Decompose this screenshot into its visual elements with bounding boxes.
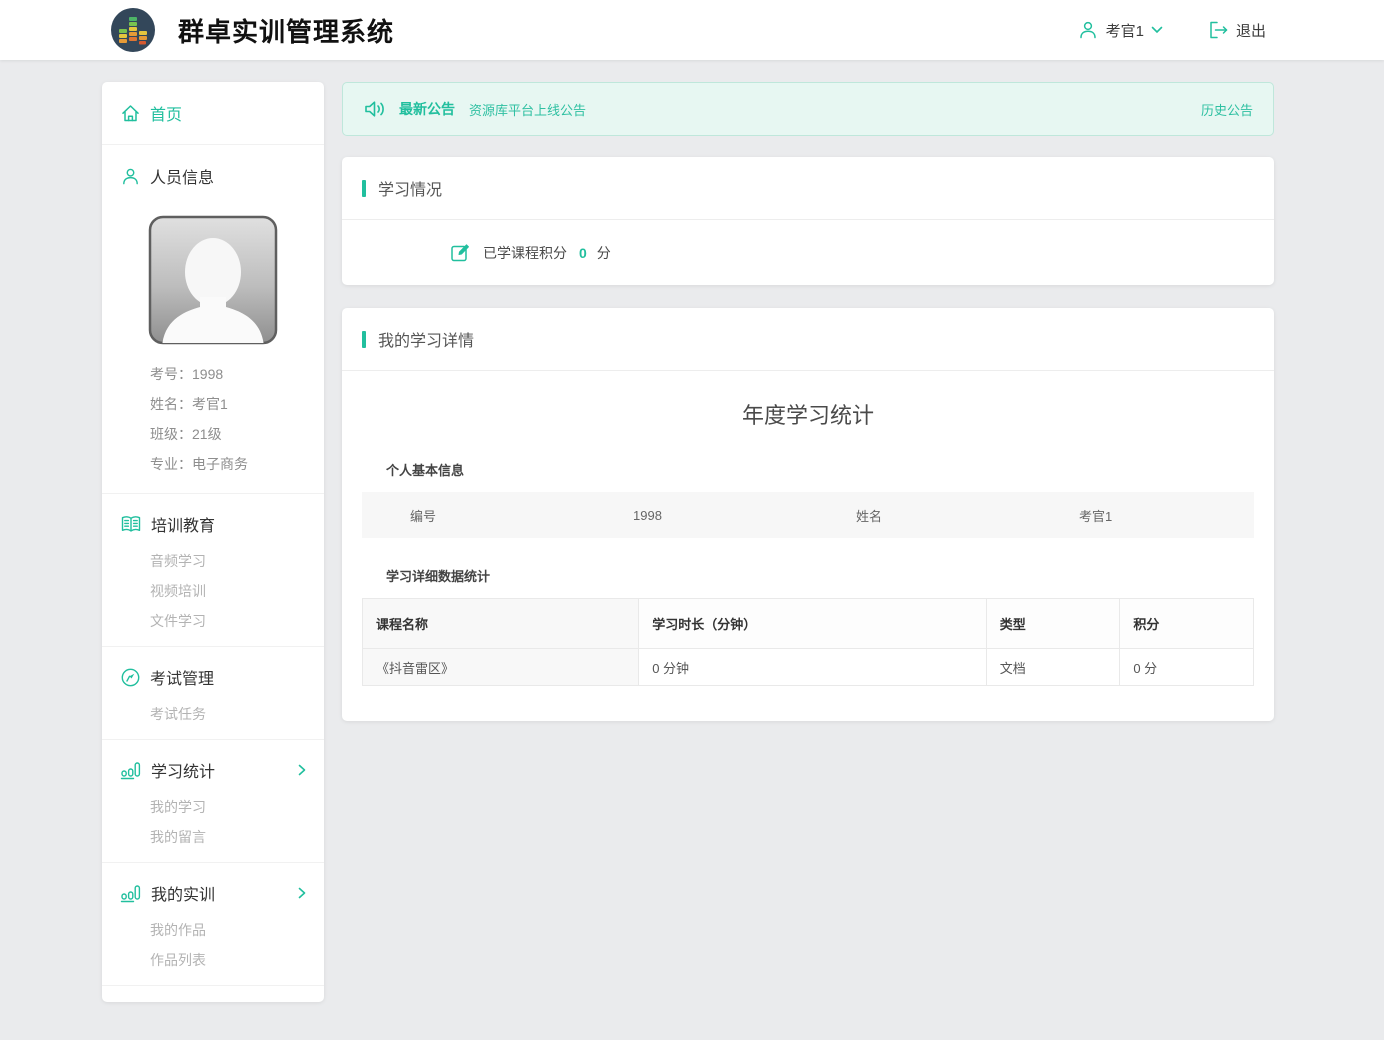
sidebar-profile-label: 人员信息: [150, 164, 214, 188]
score-unit: 分: [597, 243, 611, 263]
book-icon: [120, 515, 142, 534]
avatar: [148, 215, 278, 345]
basic-id-label: 编号: [362, 506, 585, 525]
chevron-down-icon: [1151, 26, 1163, 34]
cell-course-name: 《抖音雷区》: [363, 649, 639, 686]
sidebar-item-audio-study[interactable]: 音频学习: [102, 546, 324, 576]
chevron-right-icon: [298, 887, 306, 899]
learning-status-title: 学习情况: [378, 176, 442, 200]
cell-score: 0 分: [1120, 649, 1254, 686]
score-label: 已学课程积分: [483, 243, 567, 263]
user-name: 考官1: [1106, 20, 1144, 41]
score-value: 0: [579, 245, 587, 261]
profile-field-major: 专业：电子商务: [150, 449, 324, 479]
user-icon: [1077, 19, 1099, 41]
speaker-icon: [363, 97, 389, 121]
menu-group-training: 培训教育 音频学习 视频培训 文件学习: [102, 494, 324, 646]
learning-detail-panel: 我的学习详情 年度学习统计 个人基本信息 编号 1998 姓名 考官1 学习详细…: [342, 308, 1274, 721]
title-accent-bar: [362, 331, 366, 348]
sidebar-item-study-stats[interactable]: 学习统计: [102, 748, 324, 792]
logout-button[interactable]: 退出: [1207, 19, 1266, 41]
sidebar-item-my-messages[interactable]: 我的留言: [102, 822, 324, 852]
top-header: 群卓实训管理系统 考官1: [0, 0, 1384, 60]
sidebar-item-file-study[interactable]: 文件学习: [102, 606, 324, 636]
edit-icon: [450, 242, 471, 263]
announcement-bar: 最新公告 资源库平台上线公告 历史公告: [342, 82, 1274, 136]
col-duration: 学习时长（分钟）: [639, 599, 986, 649]
menu-group-exam: 考试管理 考试任务: [102, 647, 324, 739]
compass-icon: [120, 667, 141, 688]
sidebar-item-my-study[interactable]: 我的学习: [102, 792, 324, 822]
learning-detail-title: 我的学习详情: [378, 327, 474, 351]
menu-group-study-stats: 学习统计 我的学习 我的留言: [102, 740, 324, 862]
table-row: 《抖音雷区》 0 分钟 文档 0 分: [363, 649, 1254, 686]
basic-name-value: 考官1: [1031, 506, 1254, 525]
bar-chart-icon: [120, 761, 142, 780]
course-score-row: 已学课程积分 0 分: [342, 220, 1274, 285]
announcement-link[interactable]: 资源库平台上线公告: [469, 100, 586, 119]
stats-table-title: 学习详细数据统计: [386, 566, 1254, 585]
sidebar-item-works-list[interactable]: 作品列表: [102, 945, 324, 975]
menu-group-label: 培训教育: [151, 512, 306, 536]
basic-info-row: 编号 1998 姓名 考官1: [362, 492, 1254, 538]
latest-announcement-label: 最新公告: [399, 99, 455, 119]
sidebar-item-exam-task[interactable]: 考试任务: [102, 699, 324, 729]
bar-chart-icon: [120, 884, 142, 903]
col-score: 积分: [1120, 599, 1254, 649]
sidebar-item-exam-management[interactable]: 考试管理: [102, 655, 324, 699]
cell-duration: 0 分钟: [639, 649, 986, 686]
profile-field-exam-no: 考号：1998: [150, 359, 324, 389]
menu-group-label: 学习统计: [151, 758, 289, 782]
menu-group-label: 考试管理: [150, 665, 306, 689]
col-type: 类型: [986, 599, 1120, 649]
learning-status-panel: 学习情况 已学课程积分 0 分: [342, 157, 1274, 285]
basic-id-value: 1998: [585, 508, 808, 523]
logout-label: 退出: [1236, 20, 1266, 41]
cell-type: 文档: [986, 649, 1120, 686]
sidebar-item-home[interactable]: 首页: [102, 82, 324, 144]
basic-info-title: 个人基本信息: [386, 460, 1254, 479]
logout-icon: [1207, 19, 1229, 41]
menu-group-label: 我的实训: [151, 881, 289, 905]
home-icon: [120, 103, 141, 124]
sidebar-item-profile[interactable]: 人员信息: [102, 145, 324, 207]
chevron-right-icon: [298, 764, 306, 776]
table-header-row: 课程名称 学习时长（分钟） 类型 积分: [363, 599, 1254, 649]
annual-stats-heading: 年度学习统计: [362, 398, 1254, 430]
title-accent-bar: [362, 180, 366, 197]
profile-field-name: 姓名：考官1: [150, 389, 324, 419]
page-title: 群卓实训管理系统: [178, 12, 394, 49]
basic-name-label: 姓名: [808, 506, 1031, 525]
study-stats-table: 课程名称 学习时长（分钟） 类型 积分 《抖音雷区》 0 分钟 文档 0 分: [362, 598, 1254, 686]
sidebar-item-video-training[interactable]: 视频培训: [102, 576, 324, 606]
sidebar: 首页 人员信息: [102, 82, 324, 1002]
user-menu[interactable]: 考官1: [1077, 19, 1163, 41]
history-announcement-link[interactable]: 历史公告: [1201, 100, 1253, 119]
menu-group-my-practice: 我的实训 我的作品 作品列表: [102, 863, 324, 985]
sidebar-home-label: 首页: [150, 101, 182, 125]
col-course-name: 课程名称: [363, 599, 639, 649]
person-icon: [120, 166, 141, 187]
brand: 群卓实训管理系统: [110, 7, 394, 53]
sidebar-item-training[interactable]: 培训教育: [102, 502, 324, 546]
sidebar-item-my-works[interactable]: 我的作品: [102, 915, 324, 945]
app-logo-icon: [110, 7, 156, 53]
divider: [102, 985, 324, 986]
sidebar-item-my-practice[interactable]: 我的实训: [102, 871, 324, 915]
profile-field-class: 班级：21级: [150, 419, 324, 449]
